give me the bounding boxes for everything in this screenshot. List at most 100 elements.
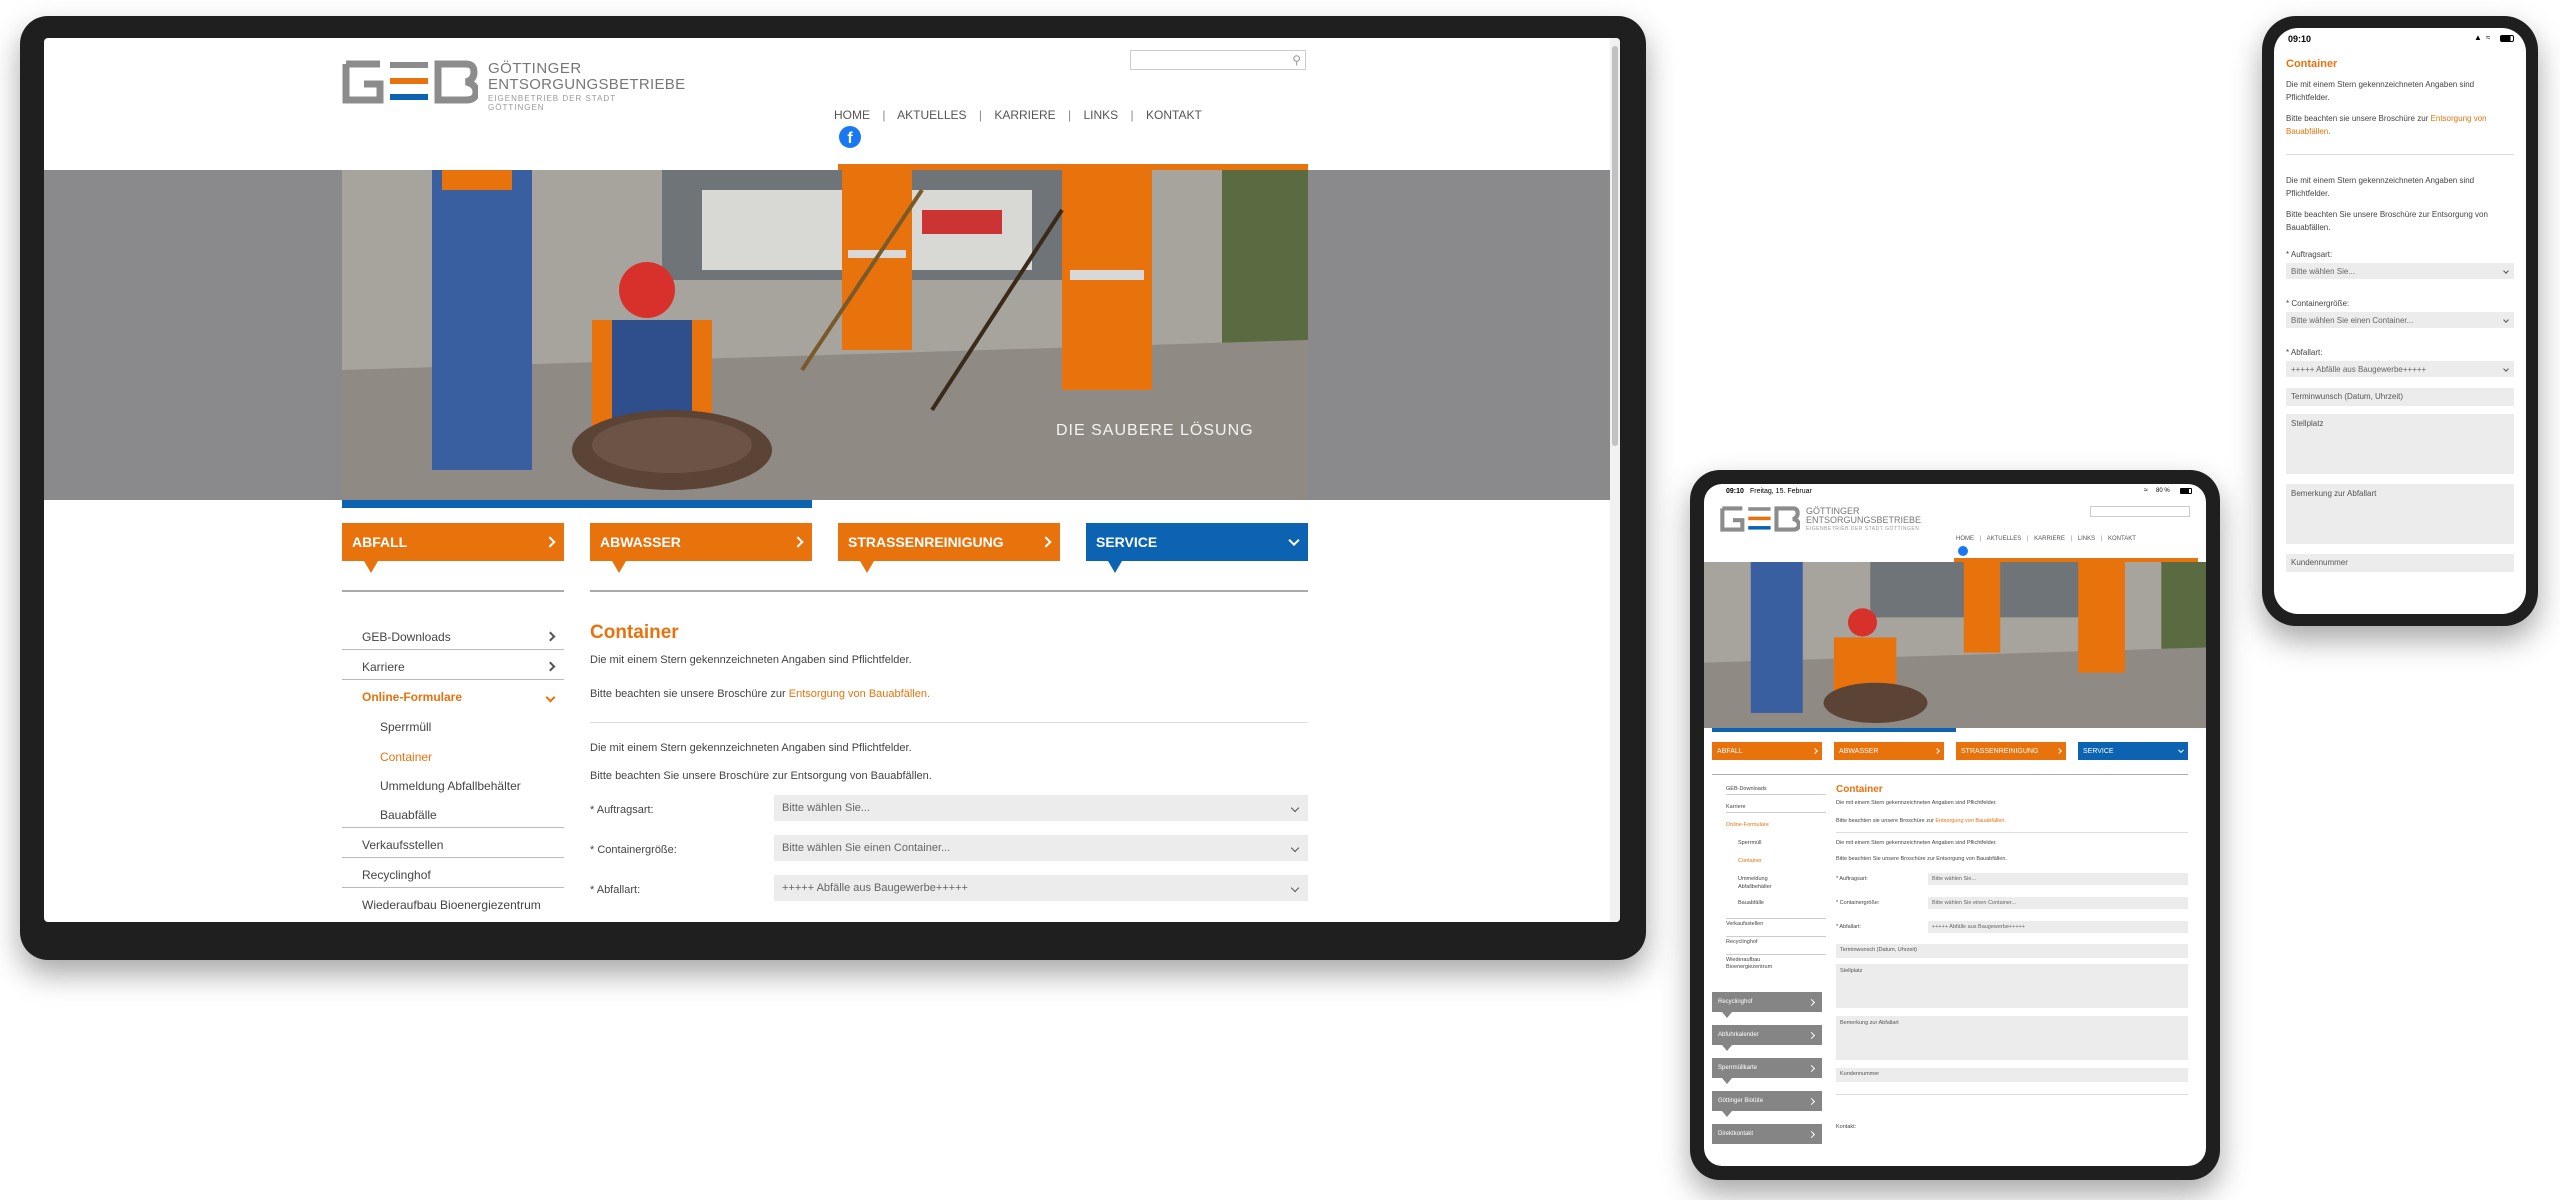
scrollbar-thumb[interactable] — [1612, 46, 1618, 446]
sidebar-item-label: Wiederaufbau Bioenergiezentrum — [362, 898, 541, 912]
nav-separator: | — [882, 108, 886, 122]
tab-abwasser[interactable]: ABWASSER — [1834, 742, 1944, 760]
search-input[interactable]: ⚲ — [1130, 50, 1306, 70]
sidebar-subitem-container[interactable]: Container — [1738, 858, 1762, 864]
promo-pointer — [1722, 1045, 1732, 1051]
divider — [1712, 774, 2188, 775]
sidebar-item-wiederaufbau-line2[interactable]: Bioenergiezentrum — [1726, 964, 1772, 970]
promo-button-abfuhrkalender[interactable]: Abfuhrkalender — [1712, 1025, 1822, 1051]
facebook-icon[interactable]: f — [839, 126, 861, 148]
brochure-text: Bitte beachten sie unsere Broschüre zur … — [590, 688, 930, 700]
containergroesse-value: Bitte wählen Sie einen Container... — [1932, 900, 2017, 906]
bemerkung-textarea[interactable]: Bemerkung zur Abfallart — [2286, 484, 2514, 544]
tab-strassenreinigung[interactable]: STRASSENREINIGUNG — [838, 523, 1060, 573]
sidebar-item-online-formulare[interactable]: Online-Formulare — [342, 684, 564, 710]
sidebar-item-verkaufsstellen[interactable]: Verkaufsstellen — [342, 832, 564, 858]
tab-strassenreinigung[interactable]: STRASSENREINIGUNG — [1956, 742, 2066, 760]
chevron-right-icon — [1807, 998, 1816, 1006]
sidebar-subitem-ummeldung[interactable]: Ummeldung Abfallbehälter — [342, 773, 564, 799]
sidebar-subitem-ummeldung-line2[interactable]: Abfallbehälter — [1738, 884, 1772, 890]
sidebar-subitem-ummeldung-line1[interactable]: Ummeldung — [1738, 876, 1768, 882]
nav-aktuelles[interactable]: AKTUELLES — [897, 108, 966, 122]
brochure-link[interactable]: Entsorgung von Bauabfällen. — [789, 688, 930, 700]
nav-karriere[interactable]: KARRIERE — [2034, 536, 2065, 542]
containergroesse-select[interactable]: Bitte wählen Sie einen Container... — [2286, 312, 2514, 328]
form-intro-text: Die mit einem Stern gekennzeichneten Ang… — [2286, 176, 2475, 198]
form-brochure-text: Bitte beachten Sie unsere Broschüre zur … — [590, 770, 932, 782]
sidebar-subitem-sperrmuell[interactable]: Sperrmüll — [1738, 840, 1762, 846]
abfallart-select[interactable]: +++++ Abfälle aus Baugewerbe+++++ — [1928, 921, 2188, 933]
sidebar-item-geb-downloads[interactable]: GEB-Downloads — [342, 624, 564, 650]
abfallart-select[interactable]: +++++ Abfälle aus Baugewerbe+++++ — [2286, 361, 2514, 377]
sidebar-item-recyclinghof[interactable]: Recyclinghof — [1726, 936, 1826, 945]
divider — [1836, 832, 2188, 833]
containergroesse-select[interactable]: Bitte wählen Sie einen Container... — [1928, 897, 2188, 909]
auftragsart-label: * Auftragsart: — [590, 804, 654, 816]
nav-aktuelles[interactable]: AKTUELLES — [1987, 536, 2022, 542]
termin-input[interactable]: Terminwunsch (Datum, Uhrzeit) — [2286, 388, 2514, 406]
tab-abfall[interactable]: ABFALL — [342, 523, 564, 573]
stellplatz-textarea[interactable]: Stellplatz — [1836, 964, 2188, 1008]
tab-service[interactable]: SERVICE — [2078, 742, 2188, 760]
logo[interactable]: GÖTTINGER ENTSORGUNGSBETRIEBE EIGENBETRI… — [1720, 506, 1921, 536]
brochure-prefix: Bitte beachten sie unsere Broschüre zur — [1836, 818, 1934, 824]
hero-caption: DIE SAUBERE LÖSUNG — [1056, 422, 1254, 439]
intro-text: Die mit einem Stern gekennzeichneten Ang… — [590, 654, 912, 666]
kundennummer-input[interactable]: Kundennummer — [1836, 1068, 2188, 1082]
divider — [590, 722, 1308, 723]
nav-home[interactable]: HOME — [834, 108, 870, 122]
auftragsart-select[interactable]: Bitte wählen Sie... — [774, 795, 1308, 821]
sidebar-item-karriere[interactable]: Karriere — [342, 654, 564, 680]
sidebar-subitem-container[interactable]: Container — [342, 744, 564, 770]
sidebar-item-wiederaufbau-line1[interactable]: Wiederaufbau — [1726, 954, 1826, 963]
tab-abwasser[interactable]: ABWASSER — [590, 523, 812, 573]
sidebar-subitem-sperrmuell[interactable]: Sperrmüll — [342, 714, 564, 740]
logo[interactable]: GÖTTINGER ENTSORGUNGSBETRIEBE EIGENBETRI… — [342, 60, 685, 112]
promo-pointer — [1722, 1111, 1732, 1117]
chevron-right-icon — [1812, 748, 1818, 754]
brochure-prefix: Bitte beachten sie unsere Broschüre zur — [2286, 114, 2429, 123]
chevron-right-icon — [1040, 536, 1052, 548]
nav-karriere[interactable]: KARRIERE — [994, 108, 1055, 122]
nav-kontakt[interactable]: KONTAKT — [1146, 108, 1202, 122]
bemerkung-textarea[interactable]: Bemerkung zur Abfallart — [1836, 1016, 2188, 1060]
sidebar-item-label: Container — [380, 750, 433, 764]
brochure-link[interactable]: Entsorgung von Bauabfällen. — [1935, 818, 2006, 824]
promo-button-direktkontakt[interactable]: Direktkontakt — [1712, 1124, 1822, 1144]
abfallart-label: * Abfallart: — [1836, 924, 1862, 930]
stellplatz-textarea[interactable]: Stellplatz — [2286, 414, 2514, 474]
sidebar-item-karriere[interactable]: Karriere — [1726, 804, 1826, 813]
containergroesse-select[interactable]: Bitte wählen Sie einen Container... — [774, 835, 1308, 861]
nav-links[interactable]: LINKS — [2078, 536, 2095, 542]
phone-screen: 09:10 ▲ ≈ Container Die mit einem Stern … — [2274, 28, 2526, 614]
nav-kontakt[interactable]: KONTAKT — [2108, 536, 2136, 542]
sidebar-subitem-bauabfaelle[interactable]: Bauabfälle — [342, 802, 564, 828]
sidebar-item-online-formulare[interactable]: Online-Formulare — [1726, 822, 1769, 828]
promo-button-recyclinghof[interactable]: Recyclinghof — [1712, 992, 1822, 1018]
search-icon[interactable]: ⚲ — [1292, 53, 1301, 67]
sidebar-item-geb-downloads[interactable]: GEB-Downloads — [1726, 786, 1826, 795]
search-input[interactable] — [2090, 506, 2190, 517]
auftragsart-select[interactable]: Bitte wählen Sie... — [2286, 263, 2514, 279]
termin-input[interactable]: Terminwunsch (Datum, Uhrzeit) — [1836, 944, 2188, 958]
nav-home[interactable]: HOME — [1956, 536, 1974, 542]
sidebar-item-wiederaufbau[interactable]: Wiederaufbau Bioenergiezentrum — [342, 892, 564, 918]
promo-button-biotuete[interactable]: Göttinger Biotüte — [1712, 1091, 1822, 1117]
intro-text: Die mit einem Stern gekennzeichneten Ang… — [2286, 80, 2475, 102]
nav-separator: | — [978, 108, 982, 122]
facebook-icon[interactable] — [1958, 546, 1968, 556]
kundennummer-input[interactable]: Kundennummer — [2286, 554, 2514, 572]
battery-icon — [2500, 35, 2514, 42]
sidebar-item-verkaufsstellen[interactable]: Verkaufsstellen — [1726, 918, 1826, 927]
abfallart-select[interactable]: +++++ Abfälle aus Baugewerbe+++++ — [774, 875, 1308, 901]
sidebar-item-recyclinghof[interactable]: Recyclinghof — [342, 862, 564, 888]
tab-abfall[interactable]: ABFALL — [1712, 742, 1822, 760]
brand-name-line1: GÖTTINGER — [488, 60, 582, 77]
chevron-down-icon — [2503, 366, 2509, 373]
promo-button-sperrmuellkarte[interactable]: Sperrmüllkarte — [1712, 1058, 1822, 1084]
kundennummer-placeholder: Kundennummer — [2291, 558, 2348, 567]
sidebar-subitem-bauabfaelle[interactable]: Bauabfälle — [1738, 900, 1764, 906]
auftragsart-select[interactable]: Bitte wählen Sie... — [1928, 873, 2188, 885]
tab-service[interactable]: SERVICE — [1086, 523, 1308, 573]
nav-links[interactable]: LINKS — [1084, 108, 1119, 122]
